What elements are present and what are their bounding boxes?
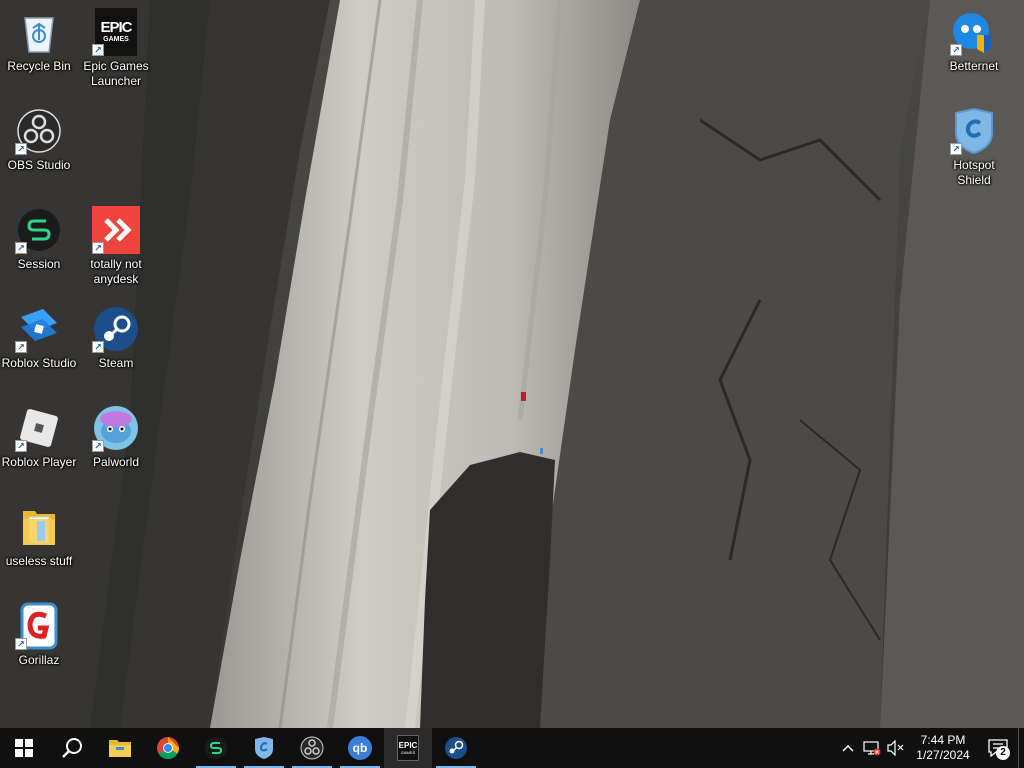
steam-label: Steam (98, 356, 134, 370)
desktop-icon-roblox-player[interactable]: ↗ Roblox Player (1, 400, 77, 492)
hotspot-shield-icon (255, 737, 273, 759)
volume-button[interactable] (884, 728, 908, 768)
shortcut-arrow-icon: ↗ (92, 341, 104, 353)
qbittorrent-icon: qb (348, 736, 372, 760)
clock-time: 7:44 PM (920, 733, 966, 747)
session-icon (205, 737, 227, 759)
search-button[interactable] (48, 728, 96, 768)
epic-games-label: Epic Games Launcher (83, 59, 149, 88)
palworld-label: Palworld (92, 455, 140, 469)
search-icon (62, 738, 82, 758)
desktop-icon-session[interactable]: ↗ Session (1, 202, 77, 294)
show-hidden-icons-button[interactable] (836, 728, 860, 768)
palworld-icon: ↗ (92, 404, 140, 452)
taskbar-clock[interactable]: 7:44 PM 1/27/2024 (908, 733, 978, 763)
clock-date: 1/27/2024 (916, 748, 970, 762)
chrome-icon (157, 737, 179, 759)
hotspot-shield-icon: ↗ (950, 107, 998, 155)
epic-logo-top: EPIC (100, 19, 132, 36)
notification-count-badge: 2 (996, 746, 1010, 760)
epic-games-icon: EPIC GAMES ↗ (92, 8, 140, 56)
desktop-icon-gorillaz[interactable]: ↗ Gorillaz (1, 598, 77, 690)
anydesk-label: totally not anydesk (90, 257, 142, 286)
taskbar-obs[interactable] (288, 728, 336, 768)
steam-icon: ↗ (92, 305, 140, 353)
desktop-icon-steam[interactable]: ↗ Steam (78, 301, 154, 393)
desktop-icon-obs-studio[interactable]: ↗ OBS Studio (1, 103, 77, 195)
folder-icon (109, 740, 131, 757)
shortcut-arrow-icon: ↗ (92, 44, 104, 56)
desktop-icon-roblox-studio[interactable]: ↗ Roblox Studio (1, 301, 77, 393)
useless-stuff-label: useless stuff (5, 554, 73, 568)
obs-icon: ↗ (15, 107, 63, 155)
hotspot-shield-label: Hotspot Shield (953, 158, 995, 187)
desktop-icon-totally-not-anydesk[interactable]: ↗ totally not anydesk (78, 202, 154, 294)
show-desktop-button[interactable] (1018, 728, 1024, 768)
roblox-studio-label: Roblox Studio (1, 356, 77, 370)
shortcut-arrow-icon: ↗ (15, 341, 27, 353)
network-disconnected-icon (863, 741, 881, 756)
recycle-bin-label: Recycle Bin (7, 59, 71, 73)
steam-icon (445, 737, 467, 759)
windows-logo-icon (15, 739, 33, 757)
shortcut-arrow-icon: ↗ (950, 44, 962, 56)
session-label: Session (17, 257, 61, 271)
desktop-icon-recycle-bin[interactable]: Recycle Bin (1, 4, 77, 96)
roblox-player-label: Roblox Player (1, 455, 77, 469)
desktop-icon-betternet[interactable]: ↗ Betternet (936, 4, 1012, 96)
anydesk-icon: ↗ (92, 206, 140, 254)
epic-games-icon: EPIC GAMES (397, 735, 419, 761)
taskbar-qbittorrent[interactable]: qb (336, 728, 384, 768)
epic-logo-bottom: GAMES (103, 36, 129, 43)
desktop-icon-hotspot-shield[interactable]: ↗ Hotspot Shield (936, 103, 1012, 195)
shortcut-arrow-icon: ↗ (15, 143, 27, 155)
gorillaz-icon: ↗ (15, 602, 63, 650)
shortcut-arrow-icon: ↗ (15, 242, 27, 254)
obs-icon (300, 736, 324, 760)
gorillaz-label: Gorillaz (18, 653, 60, 667)
roblox-studio-icon: ↗ (15, 305, 63, 353)
network-button[interactable] (860, 728, 884, 768)
action-center-button[interactable]: 2 (978, 728, 1018, 768)
shortcut-arrow-icon: ↗ (15, 440, 27, 452)
betternet-icon: ↗ (950, 8, 998, 56)
taskbar-epic-games[interactable]: EPIC GAMES (384, 728, 432, 768)
session-icon: ↗ (15, 206, 63, 254)
epic-taskbar-bottom: GAMES (400, 749, 416, 755)
taskbar-chrome[interactable] (144, 728, 192, 768)
taskbar-hotspot-shield[interactable] (240, 728, 288, 768)
shortcut-arrow-icon: ↗ (92, 242, 104, 254)
desktop-icon-epic-games[interactable]: EPIC GAMES ↗ Epic Games Launcher (78, 4, 154, 96)
taskbar-file-explorer[interactable] (96, 728, 144, 768)
desktop-icon-palworld[interactable]: ↗ Palworld (78, 400, 154, 492)
taskbar-steam[interactable] (432, 728, 480, 768)
recycle-bin-icon (15, 8, 63, 56)
folder-icon (15, 503, 63, 551)
desktop-icon-useless-stuff[interactable]: useless stuff (1, 499, 77, 591)
start-button[interactable] (0, 728, 48, 768)
obs-studio-label: OBS Studio (7, 158, 71, 172)
roblox-player-icon: ↗ (15, 404, 63, 452)
system-tray: 7:44 PM 1/27/2024 2 (836, 728, 1024, 768)
qbittorrent-icon-text: qb (352, 741, 368, 755)
betternet-label: Betternet (949, 59, 999, 73)
volume-muted-icon (887, 740, 904, 756)
chevron-up-icon (842, 744, 854, 752)
shortcut-arrow-icon: ↗ (15, 638, 27, 650)
epic-taskbar-top: EPIC (398, 740, 418, 750)
taskbar-session[interactable] (192, 728, 240, 768)
taskbar: qb EPIC GAMES 7:44 PM 1/27/2024 2 (0, 728, 1024, 768)
shortcut-arrow-icon: ↗ (950, 143, 962, 155)
shortcut-arrow-icon: ↗ (92, 440, 104, 452)
